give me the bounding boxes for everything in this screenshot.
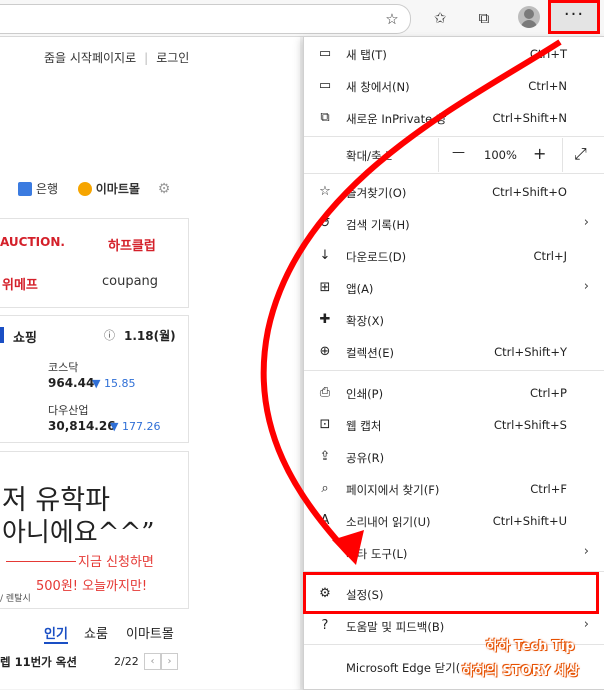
arrow-head (332, 530, 364, 565)
watermark-line1: 하하 Tech Tip (486, 639, 575, 654)
watermark-line2: 하하의 STORY 세상 (462, 664, 579, 679)
annotation-arrow (260, 39, 562, 565)
